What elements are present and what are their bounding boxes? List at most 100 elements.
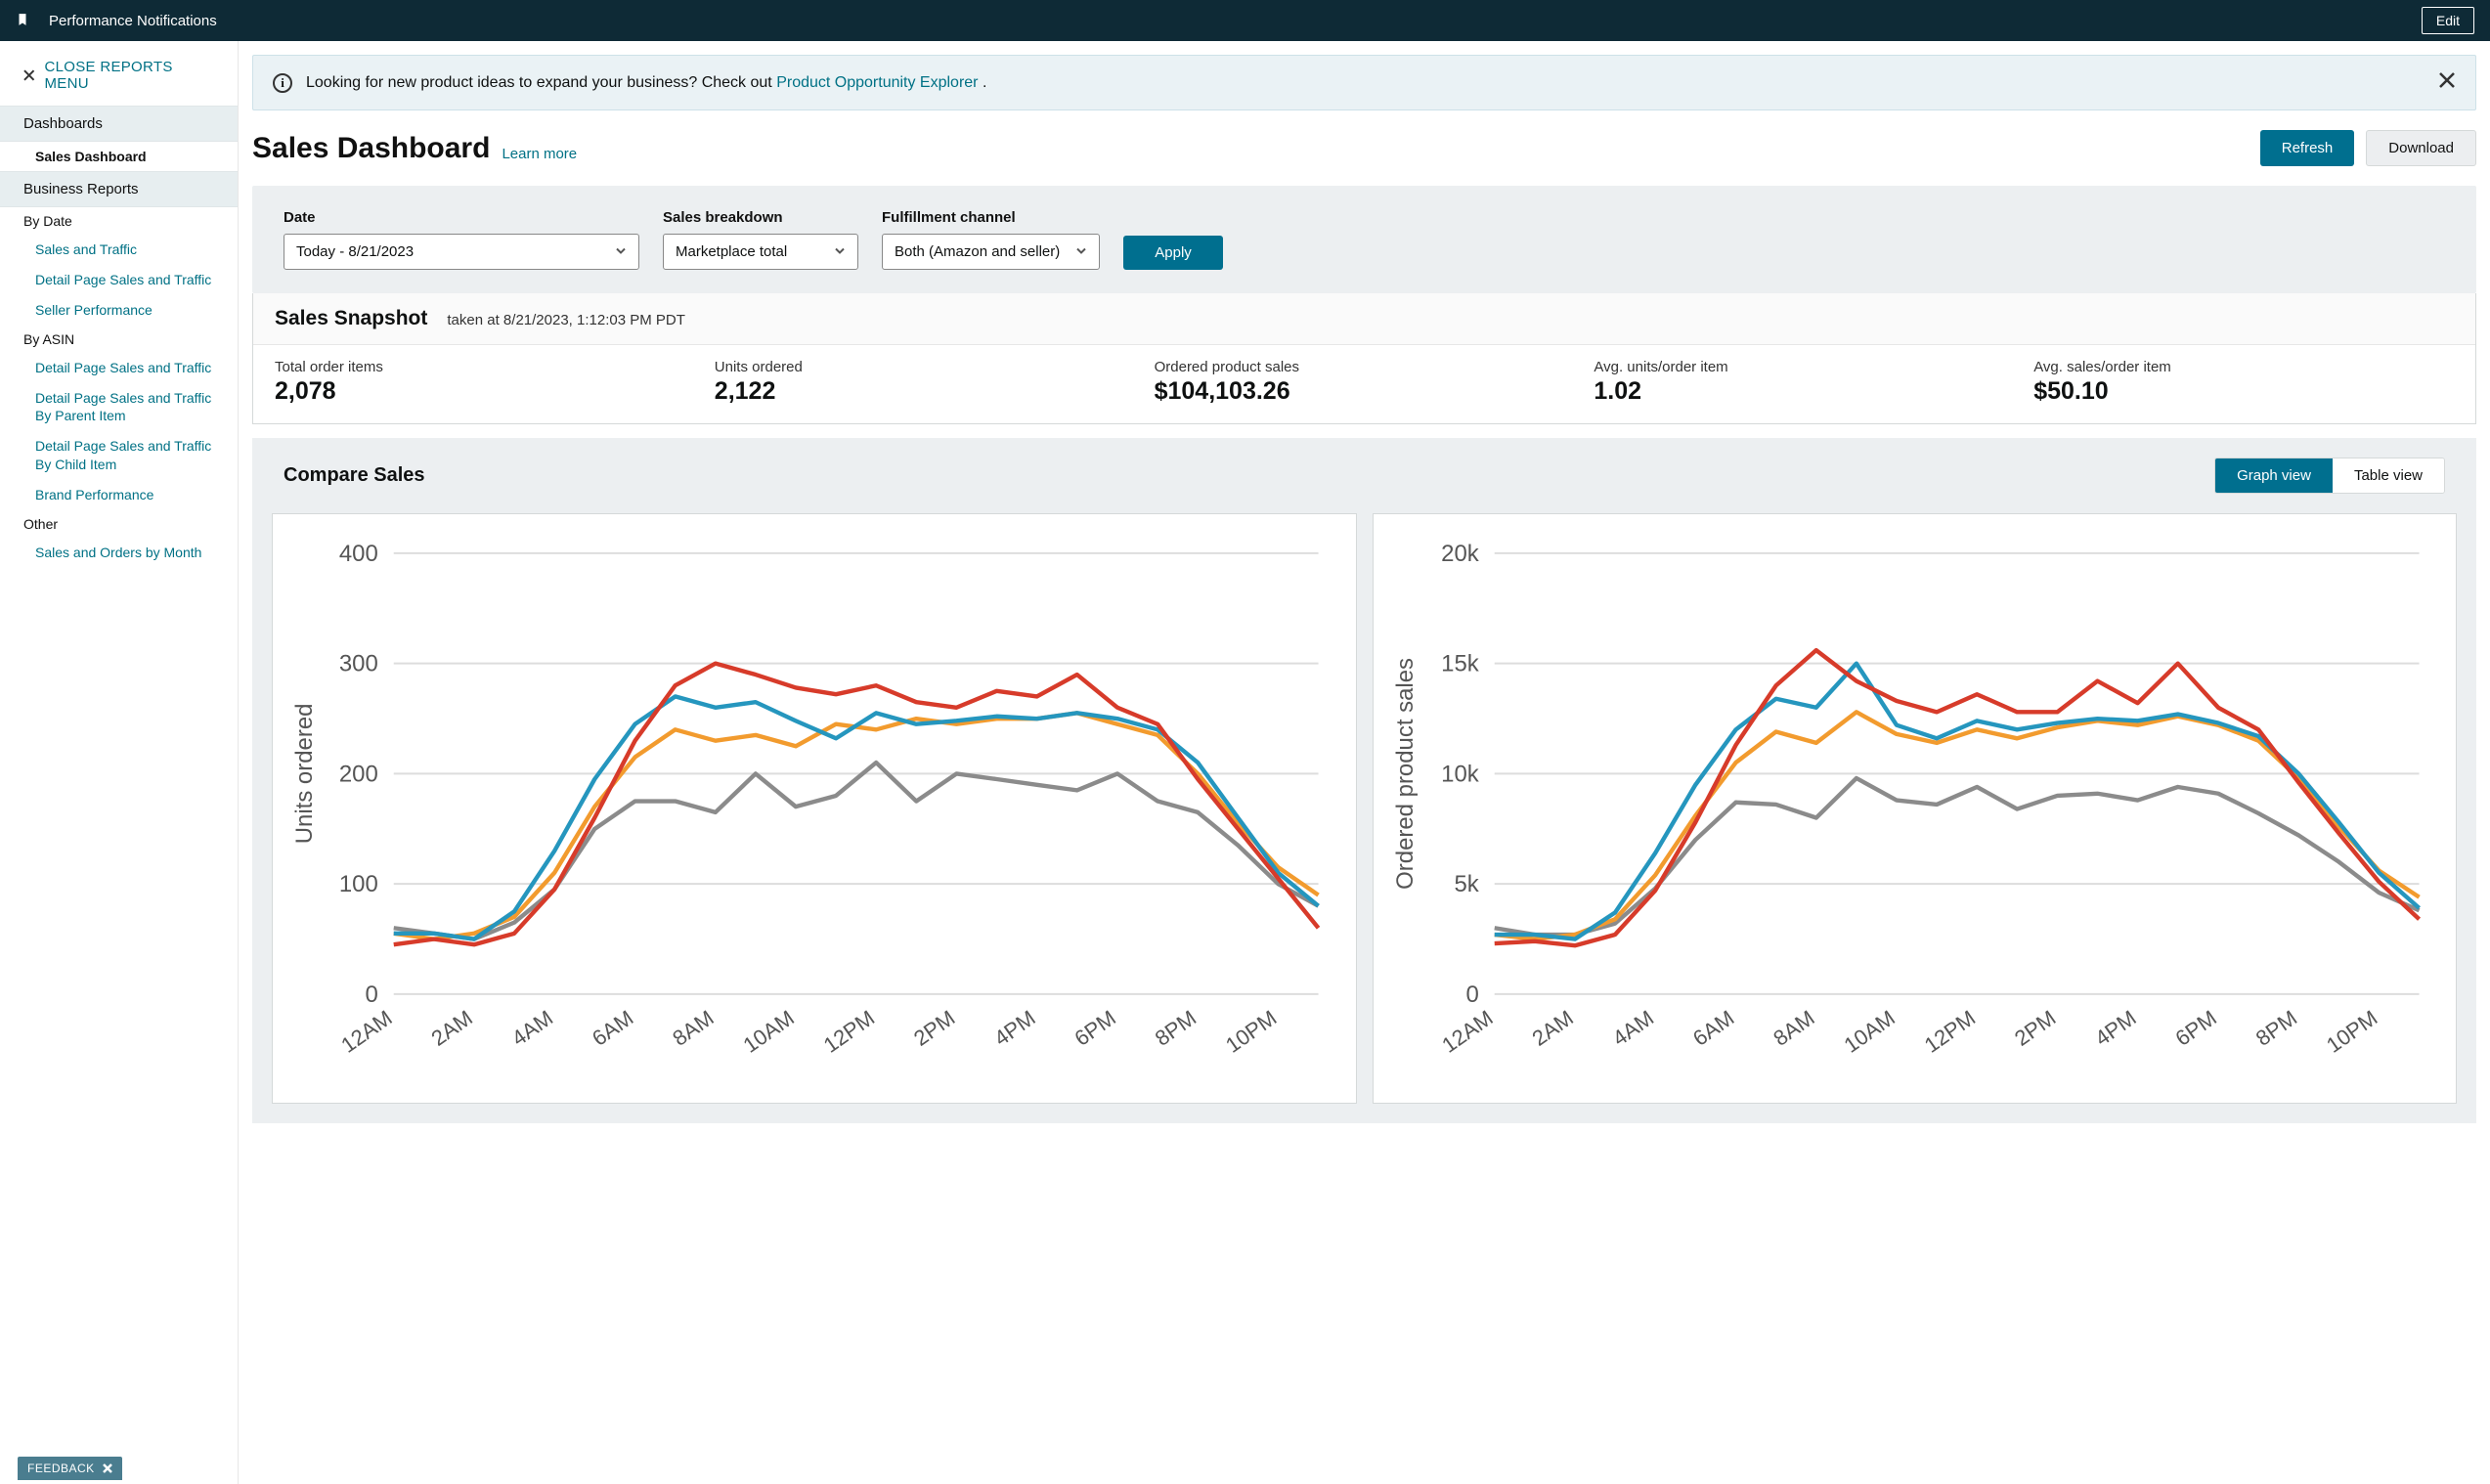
svg-text:10PM: 10PM bbox=[2322, 1005, 2381, 1057]
topbar-left: Performance Notifications bbox=[16, 13, 217, 29]
metric-label: Total order items bbox=[275, 359, 695, 375]
metric-value: $50.10 bbox=[2033, 377, 2454, 406]
view-toggle: Graph view Table view bbox=[2214, 458, 2445, 494]
title-actions: Refresh Download bbox=[2260, 130, 2476, 166]
metric: Ordered product sales $104,103.26 bbox=[1155, 359, 1575, 406]
title-row: Sales Dashboard Learn more Refresh Downl… bbox=[239, 110, 2490, 186]
metric-value: 2,078 bbox=[275, 377, 695, 406]
svg-text:12PM: 12PM bbox=[819, 1005, 879, 1057]
svg-text:10AM: 10AM bbox=[1839, 1005, 1899, 1057]
banner-link[interactable]: Product Opportunity Explorer bbox=[776, 74, 983, 91]
refresh-button[interactable]: Refresh bbox=[2260, 130, 2355, 166]
edit-button[interactable]: Edit bbox=[2422, 7, 2474, 34]
nav-header-business-reports: Business Reports bbox=[0, 171, 238, 207]
svg-text:0: 0 bbox=[365, 982, 377, 1008]
close-icon[interactable] bbox=[2438, 71, 2456, 94]
metric: Avg. units/order item 1.02 bbox=[1594, 359, 2014, 406]
snapshot-title: Sales Snapshot bbox=[275, 307, 427, 330]
sidebar-link[interactable]: Brand Performance bbox=[0, 480, 238, 510]
svg-text:15k: 15k bbox=[1441, 651, 1479, 677]
info-banner: i Looking for new product ideas to expan… bbox=[252, 55, 2476, 110]
svg-text:2PM: 2PM bbox=[2010, 1005, 2060, 1050]
filter-breakdown: Sales breakdown Marketplace total bbox=[663, 209, 858, 270]
svg-text:12AM: 12AM bbox=[1437, 1005, 1497, 1057]
banner-text: Looking for new product ideas to expand … bbox=[306, 74, 986, 92]
svg-text:0: 0 bbox=[1465, 982, 1478, 1008]
date-select[interactable]: Today - 8/21/2023 bbox=[284, 234, 639, 270]
svg-text:4PM: 4PM bbox=[989, 1005, 1039, 1050]
nav-group-by-date: By Date bbox=[0, 207, 238, 235]
filter-bar: Date Today - 8/21/2023 Sales breakdown M… bbox=[252, 186, 2476, 293]
download-button[interactable]: Download bbox=[2366, 130, 2476, 166]
svg-text:5k: 5k bbox=[1454, 871, 1478, 897]
filter-label: Date bbox=[284, 209, 639, 226]
sidebar: CLOSE REPORTS MENU Dashboards Sales Dash… bbox=[0, 41, 239, 1484]
svg-text:10k: 10k bbox=[1441, 761, 1479, 787]
graph-view-tab[interactable]: Graph view bbox=[2215, 458, 2333, 493]
snapshot-timestamp: taken at 8/21/2023, 1:12:03 PM PDT bbox=[447, 312, 685, 328]
topbar: Performance Notifications Edit bbox=[0, 0, 2490, 41]
svg-text:10PM: 10PM bbox=[1221, 1005, 1281, 1057]
charts-row: 010020030040012AM2AM4AM6AM8AM10AM12PM2PM… bbox=[272, 513, 2457, 1104]
chevron-down-icon bbox=[1075, 243, 1087, 260]
close-reports-menu[interactable]: CLOSE REPORTS MENU bbox=[0, 59, 238, 106]
sidebar-link[interactable]: Sales and Orders by Month bbox=[0, 538, 238, 568]
sidebar-link[interactable]: Detail Page Sales and Traffic By Parent … bbox=[0, 383, 238, 432]
svg-text:200: 200 bbox=[339, 761, 378, 787]
chevron-down-icon bbox=[615, 243, 627, 260]
apply-button[interactable]: Apply bbox=[1123, 236, 1223, 270]
metric: Avg. sales/order item $50.10 bbox=[2033, 359, 2454, 406]
info-icon: i bbox=[273, 73, 292, 93]
metric-label: Units ordered bbox=[715, 359, 1135, 375]
compare-sales: Compare Sales Graph view Table view 0100… bbox=[252, 438, 2476, 1123]
svg-text:8PM: 8PM bbox=[2250, 1005, 2300, 1050]
svg-text:6AM: 6AM bbox=[588, 1005, 637, 1050]
svg-text:100: 100 bbox=[339, 871, 378, 897]
metric: Total order items 2,078 bbox=[275, 359, 695, 406]
svg-text:2AM: 2AM bbox=[1527, 1005, 1577, 1050]
svg-text:400: 400 bbox=[339, 541, 378, 567]
sidebar-link[interactable]: Detail Page Sales and Traffic By Child I… bbox=[0, 431, 238, 480]
svg-text:6PM: 6PM bbox=[1070, 1005, 1120, 1050]
chart-ordered-product-sales: 05k10k15k20k12AM2AM4AM6AM8AM10AM12PM2PM4… bbox=[1373, 513, 2458, 1104]
close-menu-label: CLOSE REPORTS MENU bbox=[45, 59, 215, 92]
svg-text:8AM: 8AM bbox=[668, 1005, 718, 1050]
sidebar-link[interactable]: Seller Performance bbox=[0, 295, 238, 326]
sidebar-link[interactable]: Detail Page Sales and Traffic bbox=[0, 265, 238, 295]
sidebar-item-sales-dashboard[interactable]: Sales Dashboard bbox=[0, 142, 238, 171]
nav-header-dashboards: Dashboards bbox=[0, 106, 238, 142]
feedback-button[interactable]: FEEDBACK bbox=[18, 1457, 122, 1480]
line-chart: 010020030040012AM2AM4AM6AM8AM10AM12PM2PM… bbox=[284, 526, 1338, 1092]
metric-label: Ordered product sales bbox=[1155, 359, 1575, 375]
table-view-tab[interactable]: Table view bbox=[2333, 458, 2444, 493]
sidebar-link[interactable]: Detail Page Sales and Traffic bbox=[0, 353, 238, 383]
svg-text:20k: 20k bbox=[1441, 541, 1479, 567]
metric-value: 1.02 bbox=[1594, 377, 2014, 406]
filter-label: Sales breakdown bbox=[663, 209, 858, 226]
metric-value: $104,103.26 bbox=[1155, 377, 1575, 406]
svg-text:8AM: 8AM bbox=[1769, 1005, 1818, 1050]
svg-text:12PM: 12PM bbox=[1919, 1005, 1979, 1057]
chart-units-ordered: 010020030040012AM2AM4AM6AM8AM10AM12PM2PM… bbox=[272, 513, 1357, 1104]
metric-label: Avg. sales/order item bbox=[2033, 359, 2454, 375]
sidebar-link[interactable]: Sales and Traffic bbox=[0, 235, 238, 265]
svg-text:Units ordered: Units ordered bbox=[291, 704, 318, 845]
sales-snapshot: Sales Snapshot taken at 8/21/2023, 1:12:… bbox=[252, 293, 2476, 424]
bookmark-icon[interactable] bbox=[16, 13, 29, 29]
metric: Units ordered 2,122 bbox=[715, 359, 1135, 406]
metric-label: Avg. units/order item bbox=[1594, 359, 2014, 375]
svg-text:4PM: 4PM bbox=[2090, 1005, 2140, 1050]
line-chart: 05k10k15k20k12AM2AM4AM6AM8AM10AM12PM2PM4… bbox=[1385, 526, 2439, 1092]
breakdown-select[interactable]: Marketplace total bbox=[663, 234, 858, 270]
main-content: i Looking for new product ideas to expan… bbox=[239, 41, 2490, 1484]
svg-text:4AM: 4AM bbox=[507, 1005, 557, 1050]
channel-select[interactable]: Both (Amazon and seller) bbox=[882, 234, 1100, 270]
nav-group-by-asin: By ASIN bbox=[0, 326, 238, 353]
learn-more-link[interactable]: Learn more bbox=[502, 146, 577, 162]
nav-group-other: Other bbox=[0, 510, 238, 538]
svg-text:Ordered product sales: Ordered product sales bbox=[1391, 658, 1418, 890]
page-title: Sales Dashboard bbox=[252, 132, 490, 165]
snapshot-metrics: Total order items 2,078 Units ordered 2,… bbox=[253, 345, 2475, 423]
snapshot-header: Sales Snapshot taken at 8/21/2023, 1:12:… bbox=[253, 293, 2475, 345]
chevron-down-icon bbox=[834, 243, 846, 260]
